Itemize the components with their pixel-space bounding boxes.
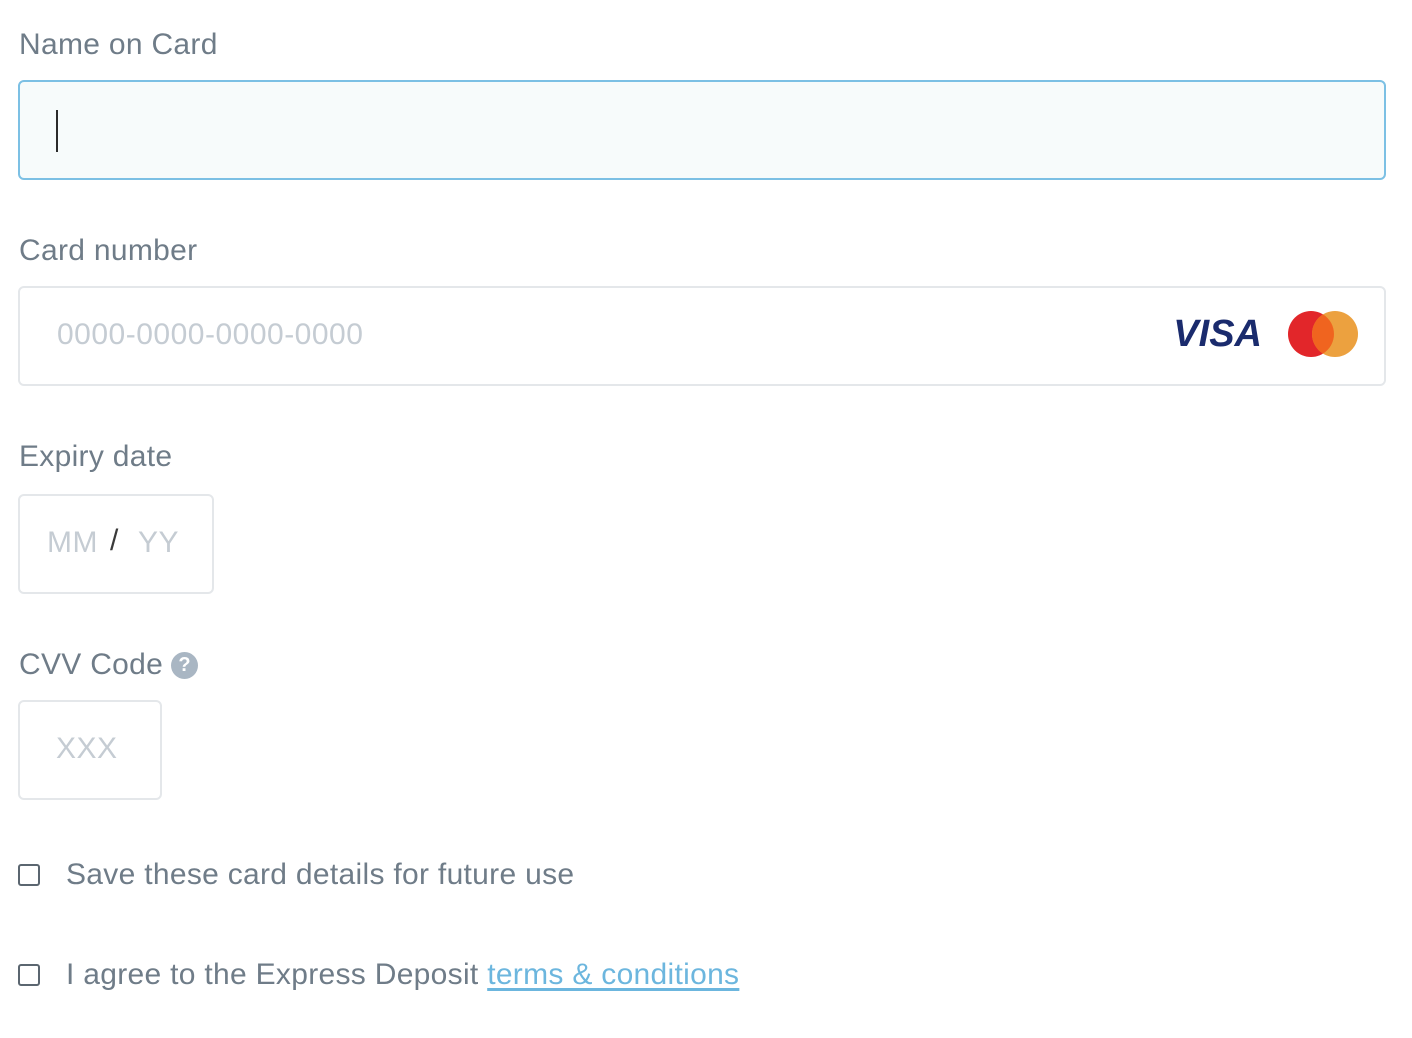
agree-terms-text: I agree to the Express Deposit — [66, 958, 488, 991]
text-caret — [56, 110, 58, 152]
expiry-date-label: Expiry date — [19, 440, 173, 473]
name-on-card-field[interactable] — [18, 80, 1386, 180]
mastercard-logo-icon — [1288, 311, 1358, 357]
card-number-label: Card number — [19, 234, 198, 267]
name-on-card-label: Name on Card — [19, 28, 218, 61]
agree-terms-checkbox[interactable] — [18, 964, 40, 986]
agree-terms-label: I agree to the Express Deposit terms & c… — [66, 958, 739, 992]
expiry-date-field[interactable]: / — [18, 494, 214, 594]
visa-logo-icon: VISA — [1173, 313, 1262, 355]
agree-terms-row: I agree to the Express Deposit terms & c… — [18, 957, 739, 993]
expiry-month-input[interactable] — [47, 522, 105, 564]
cvv-input[interactable] — [56, 728, 136, 770]
terms-conditions-link[interactable]: terms & conditions — [487, 958, 739, 991]
cvv-label-row: CVV Code? — [19, 647, 199, 683]
expiry-year-input[interactable] — [138, 522, 190, 564]
cvv-label: CVV Code — [19, 648, 164, 681]
expiry-separator: / — [110, 524, 119, 557]
save-card-row: Save these card details for future use — [18, 857, 574, 893]
save-card-checkbox[interactable] — [18, 864, 40, 886]
card-number-field[interactable]: VISA — [18, 286, 1386, 386]
save-card-label: Save these card details for future use — [66, 858, 575, 891]
question-icon[interactable]: ? — [171, 652, 199, 679]
card-number-input[interactable] — [57, 314, 1137, 356]
cvv-field[interactable] — [18, 700, 162, 800]
